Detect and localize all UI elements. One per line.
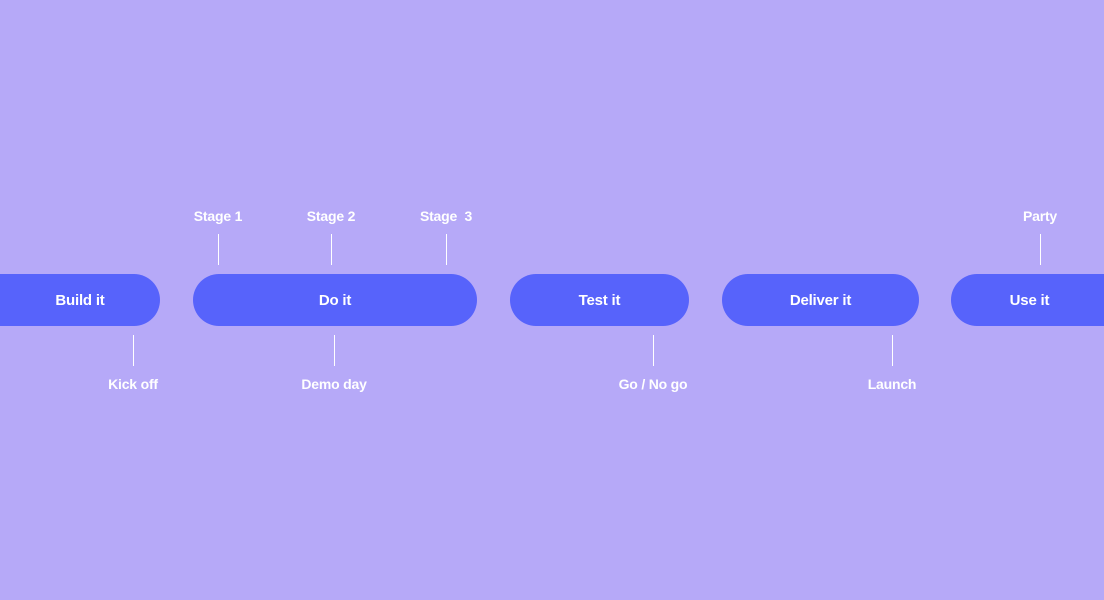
- milestone-party-connector: [1040, 234, 1041, 265]
- milestone-launch-label: Launch: [867, 376, 917, 392]
- phase-test-it: Test it: [510, 274, 689, 326]
- phase-do-it: Do it: [193, 274, 477, 326]
- milestone-party-label: Party: [1022, 208, 1058, 224]
- phase-label: Deliver it: [789, 291, 852, 309]
- milestone-kick-off-connector: [133, 335, 134, 366]
- milestone-stage-2-connector: [331, 234, 332, 265]
- phase-build-it: Build it: [0, 274, 160, 326]
- milestone-go-no-go-label: Go / No go: [618, 376, 688, 392]
- milestone-go-no-go-connector: [653, 335, 654, 366]
- milestone-launch-connector: [892, 335, 893, 366]
- timeline-diagram: Build it Do it Test it Deliver it Use it…: [0, 0, 1104, 600]
- milestone-stage-1-label: Stage 1: [193, 208, 243, 224]
- milestone-demo-day-connector: [334, 335, 335, 366]
- phase-label: Test it: [578, 291, 621, 309]
- milestone-stage-3-label: Stage 3: [419, 208, 473, 224]
- milestone-stage-3-connector: [446, 234, 447, 265]
- phase-label: Build it: [55, 291, 105, 309]
- phase-use-it: Use it: [951, 274, 1104, 326]
- milestone-kick-off-label: Kick off: [108, 376, 158, 392]
- milestone-stage-2-label: Stage 2: [306, 208, 356, 224]
- phase-label: Do it: [318, 291, 352, 309]
- phase-deliver-it: Deliver it: [722, 274, 919, 326]
- milestone-stage-1-connector: [218, 234, 219, 265]
- phase-label: Use it: [1009, 291, 1050, 309]
- milestone-demo-day-label: Demo day: [301, 376, 367, 392]
